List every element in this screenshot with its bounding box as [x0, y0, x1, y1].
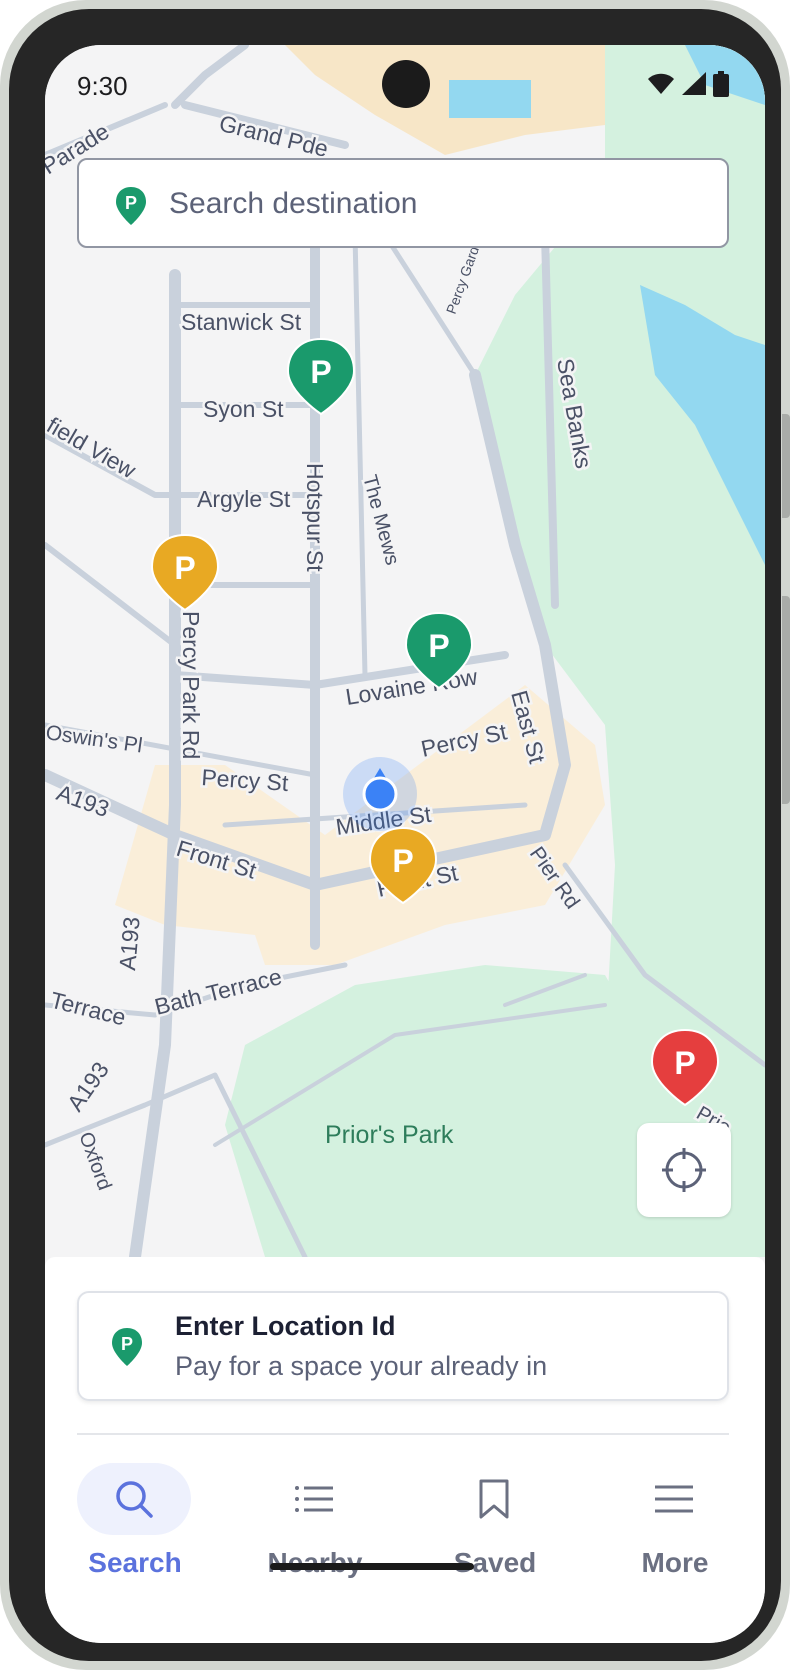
crosshair-icon: [662, 1148, 706, 1192]
menu-icon: [655, 1485, 693, 1513]
parking-pin-icon: P: [112, 1328, 142, 1366]
nav-item-search[interactable]: Search: [45, 1463, 225, 1593]
nav-icon-container: [437, 1463, 551, 1535]
phone-frame: Parade Grand Pde Stanwick St Syon St fie…: [9, 9, 781, 1661]
bottom-sheet: P Enter Location Id Pay for a space your…: [45, 1257, 765, 1643]
enter-location-id-card[interactable]: P Enter Location Id Pay for a space your…: [77, 1291, 729, 1401]
volume-button: [782, 596, 790, 804]
wifi-icon: [648, 73, 674, 94]
current-location-marker: [343, 757, 417, 831]
svg-text:P: P: [428, 628, 449, 664]
nav-item-saved[interactable]: Saved: [405, 1463, 585, 1593]
divider: [77, 1433, 729, 1435]
street-label: Percy Park Rd: [178, 611, 204, 759]
svg-text:P: P: [310, 354, 331, 390]
svg-text:P: P: [674, 1045, 695, 1081]
street-label: Syon St: [203, 396, 284, 422]
nav-active-indicator: [77, 1463, 191, 1535]
street-label: Argyle St: [197, 486, 291, 512]
power-button: [782, 414, 790, 518]
card-subtitle: Pay for a space your already in: [175, 1351, 548, 1381]
battery-icon: [713, 71, 729, 97]
svg-text:P: P: [125, 193, 137, 213]
camera-cutout: [382, 60, 430, 108]
list-icon: [295, 1486, 333, 1512]
status-icons: [647, 71, 729, 97]
nav-label: Search: [88, 1547, 182, 1578]
home-indicator[interactable]: [270, 1563, 474, 1570]
street-label: Hotspur St: [302, 463, 328, 572]
bottom-navigation: Search Nearby: [45, 1463, 765, 1593]
parking-pin-icon: P: [116, 187, 146, 225]
park-label: Prior's Park: [325, 1121, 454, 1149]
street-label: Stanwick St: [181, 309, 302, 335]
app-screen: Parade Grand Pde Stanwick St Syon St fie…: [45, 45, 765, 1643]
search-placeholder: Search destination: [169, 187, 418, 220]
status-time: 9:30: [77, 71, 128, 101]
svg-text:P: P: [121, 1334, 133, 1354]
search-input[interactable]: P Search destination: [77, 158, 729, 248]
nav-label: More: [641, 1547, 709, 1578]
phone-bezel: Parade Grand Pde Stanwick St Syon St fie…: [0, 0, 790, 1670]
card-title: Enter Location Id: [175, 1311, 396, 1341]
street-label: A193: [114, 916, 145, 972]
bookmark-icon: [479, 1479, 509, 1519]
nav-item-nearby[interactable]: Nearby: [225, 1463, 405, 1593]
nav-icon-container: [257, 1463, 371, 1535]
signal-icon: [682, 72, 706, 95]
svg-text:P: P: [392, 843, 413, 879]
status-bar: 9:30: [45, 45, 765, 125]
svg-text:P: P: [174, 550, 195, 586]
search-icon: [116, 1481, 153, 1518]
recenter-location-button[interactable]: [637, 1123, 731, 1217]
nav-icon-container: [617, 1463, 731, 1535]
nav-item-more[interactable]: More: [585, 1463, 765, 1593]
